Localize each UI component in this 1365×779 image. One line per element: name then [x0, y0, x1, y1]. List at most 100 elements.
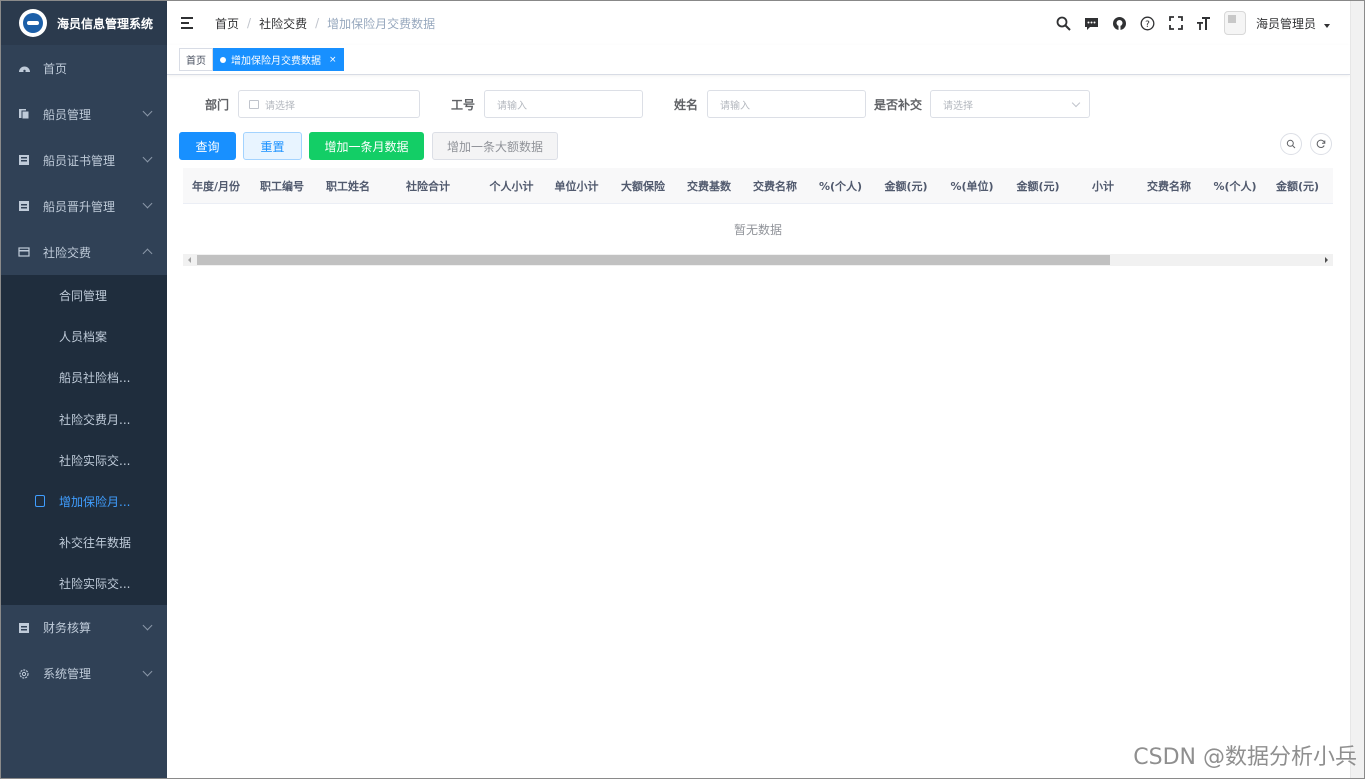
sidebar: 海员信息管理系统 首页 船员管理 船员证书管理 船员晋升管理 社险交费 合同管理…: [1, 1, 167, 778]
tag-label: 增加保险月交费数据: [231, 56, 321, 67]
column-header: 金额(元): [1016, 180, 1060, 193]
avatar[interactable]: [1223, 11, 1246, 35]
chevron-up-icon: [142, 248, 153, 259]
column-header: 交费名称: [753, 180, 797, 193]
chevron-down-icon: [142, 666, 153, 676]
github-icon[interactable]: [1112, 15, 1128, 31]
query-button[interactable]: 查询: [179, 132, 236, 160]
app-title: 海员信息管理系统: [57, 16, 154, 31]
column-header: 个人小计: [489, 180, 534, 193]
search-icon[interactable]: [1056, 15, 1072, 31]
sidebar-subitem-add-monthly[interactable]: 增加保险月...: [1, 481, 167, 522]
sidebar-item-label: 首页: [43, 61, 68, 76]
name-placeholder: 请输入: [720, 100, 750, 112]
help-icon[interactable]: ?: [1140, 15, 1156, 31]
add-month-button[interactable]: 增加一条月数据: [309, 132, 424, 160]
column-header: 社险合计: [406, 180, 450, 193]
sidebar-subitem-actual-fee-2[interactable]: 社险实际交...: [1, 563, 167, 604]
department-select[interactable]: 请选择: [238, 90, 420, 118]
watermark: CSDN @数据分析小兵: [1133, 745, 1357, 770]
name-input[interactable]: 请输入: [707, 90, 866, 118]
query-button-label: 查询: [195, 139, 220, 154]
staff-no-placeholder: 请输入: [497, 100, 527, 112]
table-header: 年度/月份 职工编号 职工姓名 社险合计 个人小计 单位小计 大额保险 交费基数…: [183, 168, 1333, 204]
sidebar-subitem-label: 社险实际交...: [59, 577, 131, 592]
sidebar-item-certificate[interactable]: 船员证书管理: [1, 137, 167, 183]
sidebar-item-finance[interactable]: 财务核算: [1, 605, 167, 651]
department-placeholder: 请选择: [265, 100, 295, 112]
scroll-right-icon[interactable]: [1325, 257, 1328, 263]
sidebar-item-insurance[interactable]: 社险交费: [1, 229, 167, 275]
chevron-down-icon: [1071, 98, 1081, 108]
column-header: %(个人): [1213, 180, 1257, 193]
sidebar-subitem-personnel[interactable]: 人员档案: [1, 316, 167, 357]
active-dot-icon: [220, 56, 226, 63]
settings-icon: [17, 667, 31, 681]
sidebar-item-label: 社险交费: [43, 245, 92, 260]
edit-icon: [35, 494, 45, 507]
sidebar-item-label: 船员管理: [43, 107, 92, 122]
caret-down-icon[interactable]: [1324, 24, 1330, 28]
column-header: 单位小计: [554, 180, 599, 193]
add-month-button-label: 增加一条月数据: [324, 139, 409, 154]
staff-no-input[interactable]: 请输入: [484, 90, 643, 118]
logo-icon: [19, 9, 47, 37]
logo-area[interactable]: 海员信息管理系统: [1, 1, 167, 45]
font-size-icon[interactable]: [1196, 15, 1212, 31]
sidebar-item-label: 船员证书管理: [43, 153, 116, 168]
sidebar-item-label: 系统管理: [43, 667, 92, 681]
tag-home[interactable]: 首页: [179, 48, 213, 71]
sidebar-subitem-makeup[interactable]: 补交往年数据: [1, 522, 167, 563]
sidebar-subitem-contract[interactable]: 合同管理: [1, 275, 167, 316]
hamburger-icon[interactable]: [181, 17, 195, 29]
user-name[interactable]: 海员管理员: [1256, 15, 1316, 32]
sidebar-item-promotion[interactable]: 船员晋升管理: [1, 183, 167, 229]
column-header: 交费名称: [1147, 180, 1191, 193]
empty-state-text: 暂无数据: [733, 222, 782, 237]
makeup-placeholder: 请选择: [943, 100, 973, 112]
sidebar-subitem-actual-fee[interactable]: 社险实际交...: [1, 440, 167, 481]
scroll-left-icon[interactable]: [188, 257, 191, 263]
message-icon[interactable]: [1084, 15, 1100, 31]
sidebar-subitem-label: 人员档案: [59, 330, 108, 345]
breadcrumb-home[interactable]: 首页: [215, 15, 239, 32]
tag-add-monthly[interactable]: 增加保险月交费数据 ×: [213, 48, 344, 71]
scrollbar-thumb[interactable]: [197, 255, 1110, 265]
sidebar-subitem-label: 社险交费月...: [59, 412, 131, 427]
department-label: 部门: [205, 98, 230, 112]
insurance-submenu: 合同管理 人员档案 船员社险档... 社险交费月... 社险实际交... 增加保…: [1, 275, 167, 605]
vertical-scrollbar[interactable]: [1350, 1, 1364, 778]
breadcrumb-current: 增加保险月交费数据: [327, 16, 436, 31]
sidebar-item-home[interactable]: 首页: [1, 45, 167, 91]
refresh-button[interactable]: [1310, 133, 1332, 155]
sidebar-item-system[interactable]: 系统管理: [1, 651, 167, 697]
add-large-button[interactable]: 增加一条大额数据: [432, 132, 558, 160]
breadcrumb-section[interactable]: 社险交费: [259, 15, 307, 32]
sidebar-subitem-label: 合同管理: [59, 289, 108, 304]
tags-view: 首页 增加保险月交费数据 ×: [167, 45, 1350, 75]
refresh-icon: [1316, 139, 1326, 148]
insurance-icon: [17, 245, 31, 259]
sidebar-item-crew[interactable]: 船员管理: [1, 91, 167, 137]
reset-button[interactable]: 重置: [243, 132, 302, 160]
sidebar-subitem-label: 补交往年数据: [59, 536, 132, 551]
horizontal-scrollbar[interactable]: [183, 254, 1333, 266]
dashboard-icon: [17, 61, 31, 75]
fullscreen-icon[interactable]: [1168, 15, 1184, 31]
sidebar-subitem-crew-insurance[interactable]: 船员社险档...: [1, 357, 167, 398]
search-toggle-button[interactable]: [1280, 133, 1302, 155]
reset-button-label: 重置: [260, 139, 285, 154]
chevron-down-icon: [142, 198, 153, 209]
chevron-down-icon: [142, 620, 153, 630]
breadcrumb-separator: /: [315, 16, 320, 30]
sidebar-item-label: 船员晋升管理: [43, 199, 116, 214]
breadcrumb-separator: /: [247, 16, 252, 30]
sidebar-subitem-monthly-fee[interactable]: 社险交费月...: [1, 399, 167, 440]
window-frame: [0, 0, 1365, 779]
close-icon[interactable]: ×: [329, 55, 337, 65]
certificate-icon: [17, 153, 31, 167]
sidebar-subitem-label: 增加保险月...: [59, 495, 131, 510]
chevron-down-icon: [142, 106, 153, 117]
navbar: 首页 / 社险交费 / 增加保险月交费数据 ? 海员管理员: [167, 1, 1350, 45]
makeup-select[interactable]: 请选择: [930, 90, 1090, 118]
